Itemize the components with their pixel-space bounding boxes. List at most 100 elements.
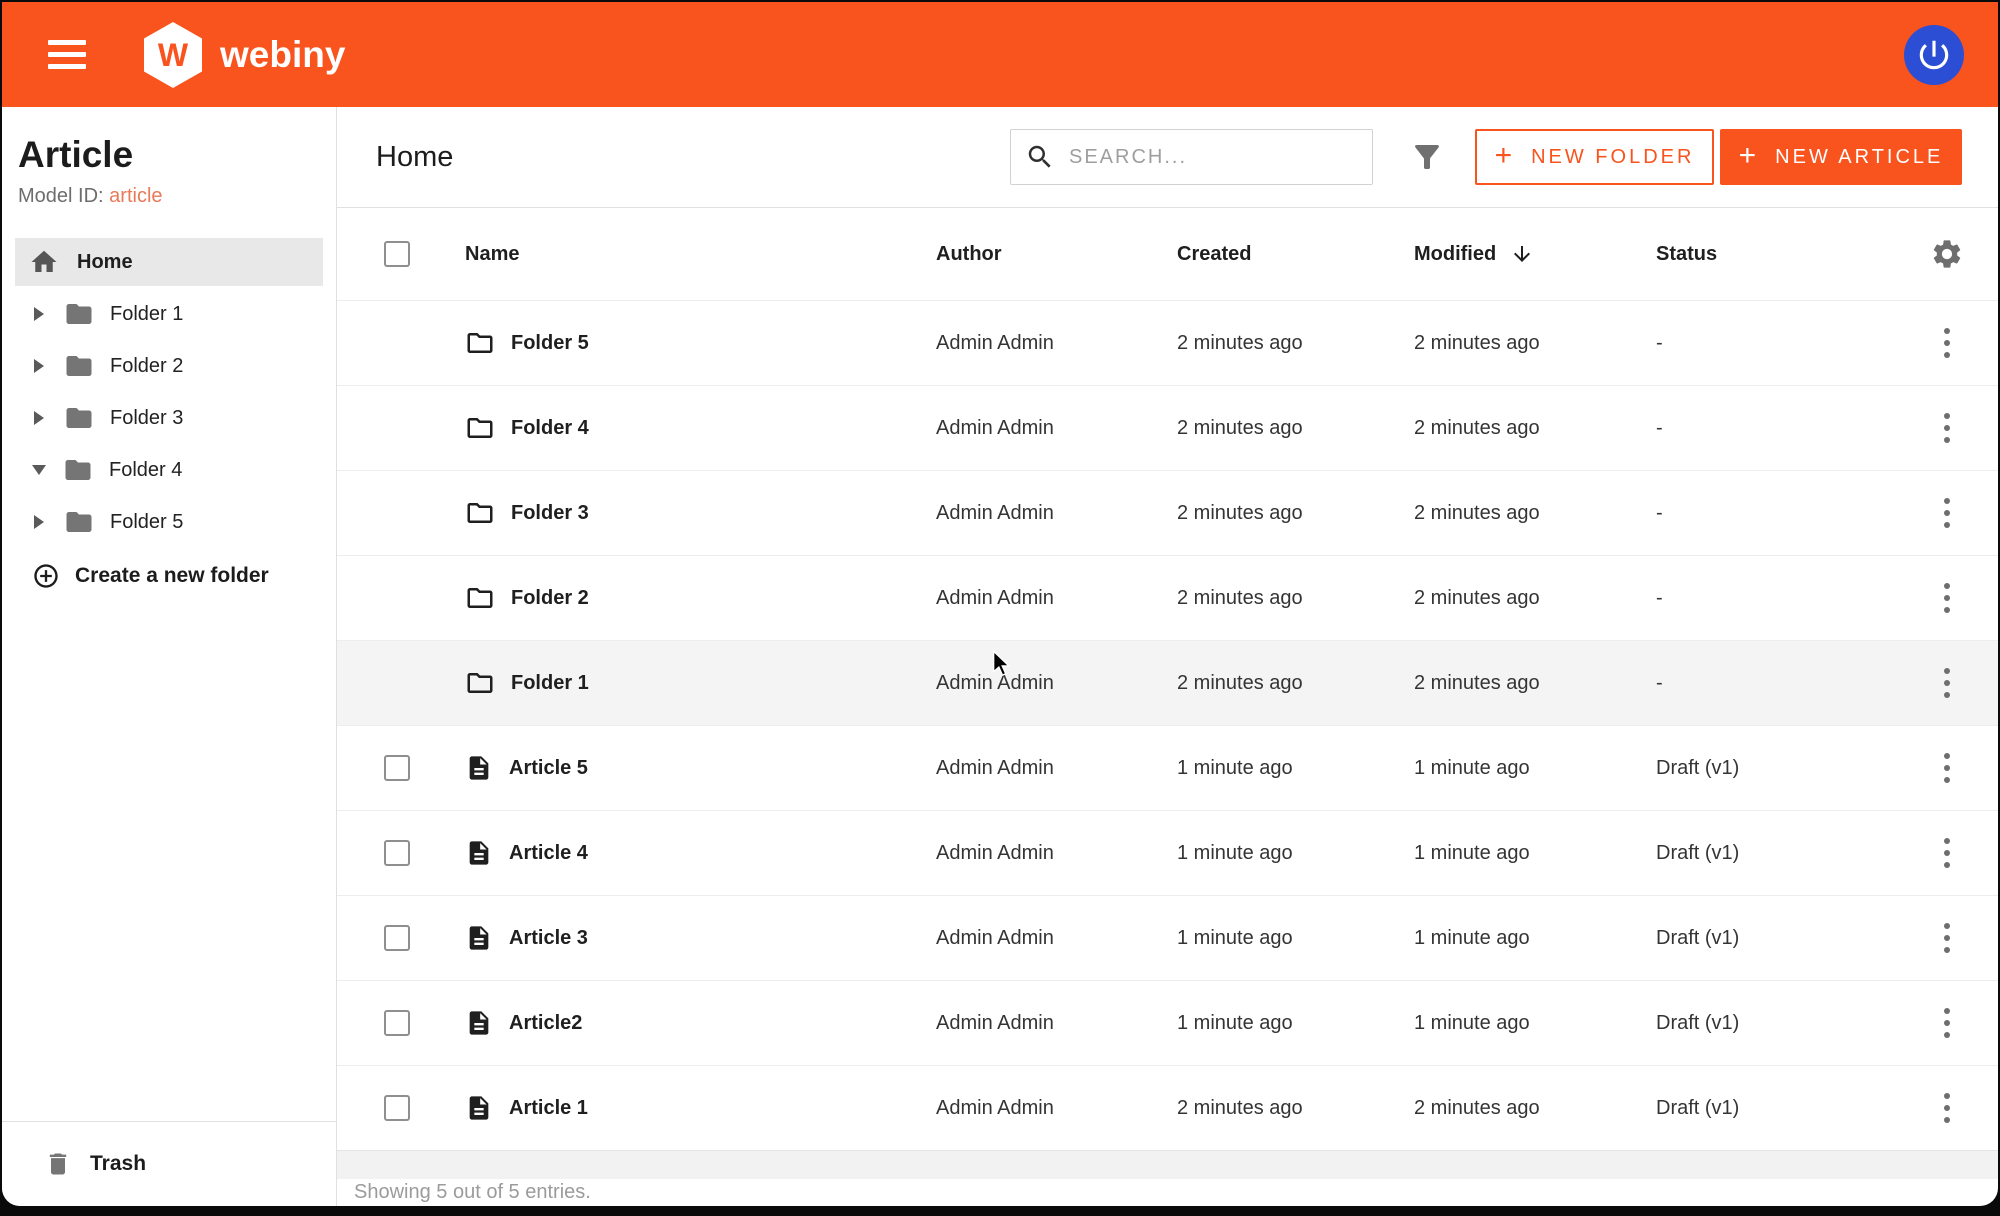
kebab-menu-icon[interactable]: [1938, 747, 1956, 789]
kebab-menu-icon[interactable]: [1938, 577, 1956, 619]
new-folder-button[interactable]: + NEW FOLDER: [1475, 129, 1714, 185]
table-row[interactable]: Folder 2 Admin Admin 2 minutes ago 2 min…: [337, 555, 1998, 640]
table-row[interactable]: Article2 Admin Admin 1 minute ago 1 minu…: [337, 980, 1998, 1065]
table-row[interactable]: Article 3 Admin Admin 1 minute ago 1 min…: [337, 895, 1998, 980]
folder-label: Folder 3: [110, 407, 183, 430]
kebab-menu-icon[interactable]: [1938, 1087, 1956, 1129]
column-header-created[interactable]: Created: [1177, 243, 1414, 266]
kebab-menu-icon[interactable]: [1938, 662, 1956, 704]
entry-created: 1 minute ago: [1177, 1012, 1414, 1035]
sidebar-folder-item[interactable]: Folder 2: [2, 340, 336, 392]
kebab-menu-icon[interactable]: [1938, 832, 1956, 874]
column-header-name[interactable]: Name: [465, 243, 936, 266]
search-box: [1010, 129, 1373, 185]
entry-modified: 1 minute ago: [1414, 927, 1656, 950]
entry-created: 1 minute ago: [1177, 927, 1414, 950]
entry-author: Admin Admin: [936, 1097, 1177, 1120]
entry-name: Article 5: [509, 757, 588, 780]
create-folder-label: Create a new folder: [75, 564, 269, 588]
plus-icon: +: [1739, 141, 1760, 171]
entry-author: Admin Admin: [936, 332, 1177, 355]
sidebar-folder-item[interactable]: Folder 5: [2, 496, 336, 548]
kebab-menu-icon[interactable]: [1938, 407, 1956, 449]
sidebar-folder-item[interactable]: Folder 3: [2, 392, 336, 444]
row-checkbox[interactable]: [384, 1010, 410, 1036]
table-row[interactable]: Folder 1 Admin Admin 2 minutes ago 2 min…: [337, 640, 1998, 725]
row-checkbox[interactable]: [384, 1095, 410, 1121]
entry-name: Folder 5: [511, 332, 589, 355]
folder-outline-icon: [465, 328, 495, 358]
sidebar: Article Model ID: article Home Folder 1 …: [2, 107, 337, 1206]
entry-created: 2 minutes ago: [1177, 502, 1414, 525]
entry-name: Folder 4: [511, 417, 589, 440]
entry-modified: 1 minute ago: [1414, 757, 1656, 780]
chevron-right-icon[interactable]: [34, 515, 44, 529]
row-checkbox[interactable]: [384, 925, 410, 951]
sidebar-item-home[interactable]: Home: [15, 238, 323, 286]
trash-button[interactable]: Trash: [2, 1121, 336, 1206]
add-circle-icon: [32, 562, 60, 590]
document-icon: [465, 924, 493, 952]
select-all-checkbox[interactable]: [384, 241, 410, 267]
entry-modified: 2 minutes ago: [1414, 587, 1656, 610]
table-row[interactable]: Folder 5 Admin Admin 2 minutes ago 2 min…: [337, 300, 1998, 385]
kebab-menu-icon[interactable]: [1938, 492, 1956, 534]
kebab-menu-icon[interactable]: [1938, 322, 1956, 364]
entries-count: Showing 5 out of 5 entries.: [337, 1179, 1998, 1206]
kebab-menu-icon[interactable]: [1938, 917, 1956, 959]
home-icon: [29, 247, 59, 277]
table-row[interactable]: Folder 3 Admin Admin 2 minutes ago 2 min…: [337, 470, 1998, 555]
create-folder-button[interactable]: Create a new folder: [2, 550, 336, 602]
entries-table: Name Author Created Modified Status: [337, 207, 1998, 1150]
search-input[interactable]: [1067, 145, 1366, 170]
table-row[interactable]: Article 5 Admin Admin 1 minute ago 1 min…: [337, 725, 1998, 810]
entry-modified: 2 minutes ago: [1414, 502, 1656, 525]
gear-icon[interactable]: [1930, 237, 1964, 271]
chevron-right-icon[interactable]: [34, 359, 44, 373]
folder-label: Folder 1: [110, 303, 183, 326]
folder-tree: Folder 1 Folder 2 Folder 3 Folder 4 Fold…: [2, 286, 336, 548]
document-icon: [465, 839, 493, 867]
sort-arrow-down-icon: [1510, 242, 1534, 266]
chevron-right-icon[interactable]: [34, 307, 44, 321]
entry-author: Admin Admin: [936, 502, 1177, 525]
top-bar: W webiny: [2, 2, 1998, 107]
entry-status: -: [1656, 587, 1896, 610]
column-header-status[interactable]: Status: [1656, 243, 1896, 266]
plus-icon: +: [1495, 141, 1516, 171]
user-avatar[interactable]: [1904, 25, 1964, 85]
entry-name: Article 3: [509, 927, 588, 950]
chevron-down-icon[interactable]: [32, 465, 46, 475]
row-checkbox[interactable]: [384, 755, 410, 781]
search-icon: [1025, 142, 1055, 172]
entry-created: 2 minutes ago: [1177, 672, 1414, 695]
new-article-button[interactable]: + NEW ARTICLE: [1720, 129, 1962, 185]
horizontal-scrollbar-track[interactable]: [337, 1150, 1998, 1179]
kebab-menu-icon[interactable]: [1938, 1002, 1956, 1044]
entry-name: Folder 1: [511, 672, 589, 695]
folder-icon: [64, 299, 94, 329]
filter-button[interactable]: [1409, 139, 1445, 175]
row-checkbox[interactable]: [384, 840, 410, 866]
column-header-author[interactable]: Author: [936, 243, 1177, 266]
model-id-label: Model ID:: [18, 185, 104, 207]
brand-wordmark: webiny: [220, 34, 345, 76]
filter-icon: [1409, 139, 1445, 175]
menu-icon[interactable]: [48, 33, 98, 77]
folder-icon: [64, 351, 94, 381]
folder-icon: [63, 455, 93, 485]
entry-created: 2 minutes ago: [1177, 332, 1414, 355]
chevron-right-icon[interactable]: [34, 411, 44, 425]
webiny-hexagon-icon: W: [140, 20, 206, 90]
table-row[interactable]: Article 4 Admin Admin 1 minute ago 1 min…: [337, 810, 1998, 895]
entry-status: -: [1656, 502, 1896, 525]
table-row[interactable]: Article 1 Admin Admin 2 minutes ago 2 mi…: [337, 1065, 1998, 1150]
folder-label: Folder 2: [110, 355, 183, 378]
main-content: Home + NEW FOLDER: [337, 107, 1998, 1206]
sidebar-folder-item[interactable]: Folder 1: [2, 288, 336, 340]
table-row[interactable]: Folder 4 Admin Admin 2 minutes ago 2 min…: [337, 385, 1998, 470]
document-icon: [465, 1094, 493, 1122]
sidebar-folder-item[interactable]: Folder 4: [2, 444, 336, 496]
column-header-modified[interactable]: Modified: [1414, 242, 1656, 266]
entry-author: Admin Admin: [936, 757, 1177, 780]
